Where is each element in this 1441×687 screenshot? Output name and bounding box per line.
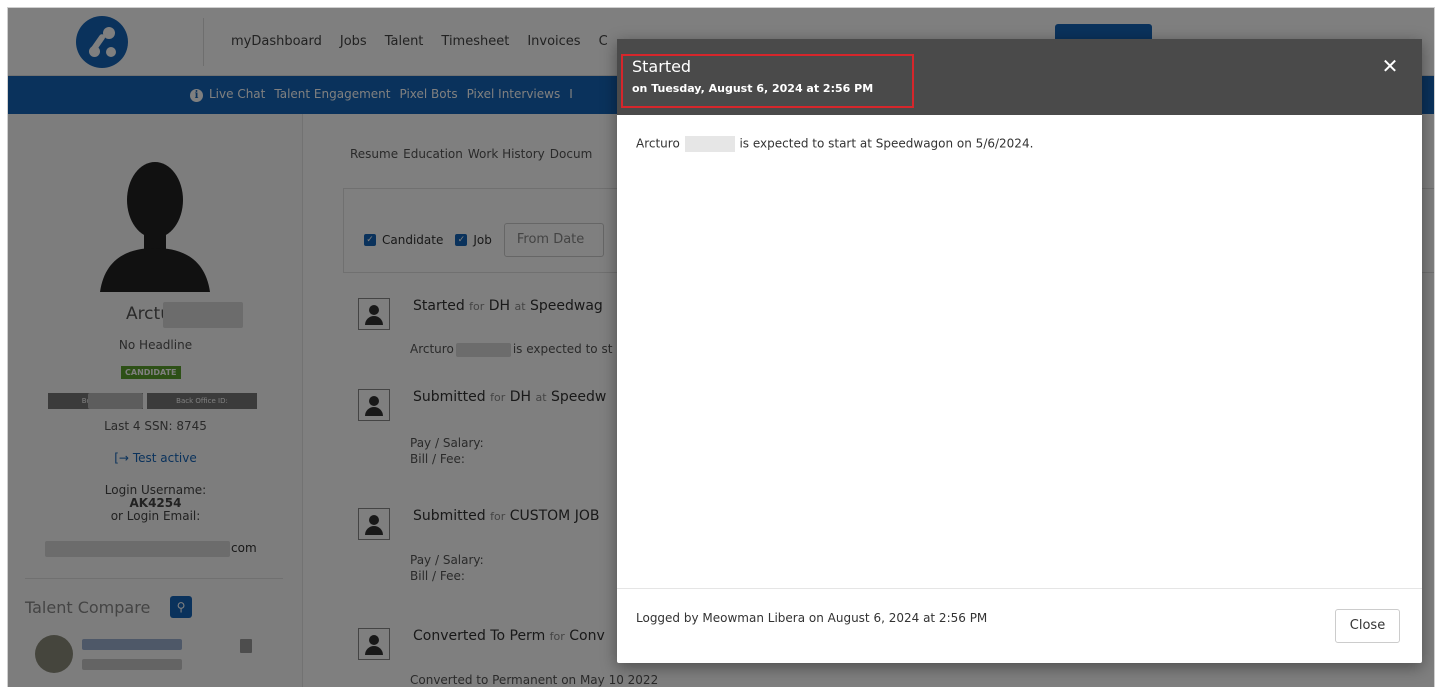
modal-subtitle: on Tuesday, August 6, 2024 at 2:56 PM bbox=[632, 82, 874, 95]
activity-detail-modal: Started on Tuesday, August 6, 2024 at 2:… bbox=[617, 39, 1422, 663]
logged-by-text: Logged by Meowman Libera on August 6, 20… bbox=[636, 611, 988, 625]
modal-header: Started on Tuesday, August 6, 2024 at 2:… bbox=[617, 39, 1422, 115]
modal-footer: Logged by Meowman Libera on August 6, 20… bbox=[617, 588, 1422, 663]
redacted-last-name bbox=[684, 136, 735, 152]
body-candidate-name: Arcturo bbox=[636, 136, 680, 151]
modal-body: Arcturo is expected to start at Speedwag… bbox=[636, 136, 1033, 152]
body-message: is expected to start at Speedwagon on 5/… bbox=[739, 136, 1034, 151]
close-button[interactable]: Close bbox=[1335, 609, 1400, 643]
modal-title: Started bbox=[632, 57, 692, 76]
app-window: myDashboard Jobs Talent Timesheet Invoic… bbox=[7, 7, 1435, 687]
close-icon[interactable]: ✕ bbox=[1378, 54, 1402, 78]
